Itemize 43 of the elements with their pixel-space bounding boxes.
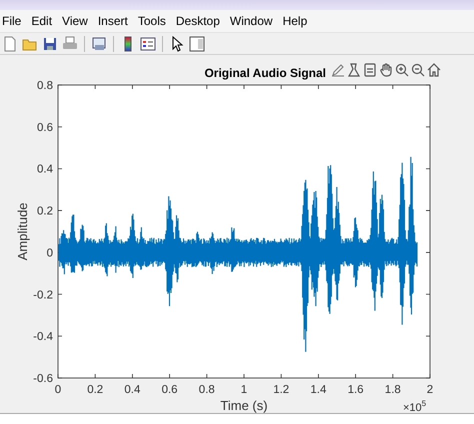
tick-label: 0 <box>46 247 53 260</box>
save-icon[interactable] <box>42 36 58 52</box>
tick-label: 0.6 <box>37 122 53 134</box>
menu-item[interactable]: Window <box>228 14 281 28</box>
pan-hand-icon[interactable] <box>379 63 393 77</box>
tick-label: 1.2 <box>273 384 290 396</box>
tick-label: 2 <box>426 384 434 396</box>
tick-label: 0.4 <box>124 384 140 396</box>
tick-label: 0 <box>54 384 62 396</box>
tick-label: 1 <box>240 384 248 396</box>
tick-label: 0.8 <box>198 384 215 396</box>
axis-title: Amplitude <box>15 202 30 260</box>
tick-label: 0.2 <box>87 384 104 396</box>
zoom-in-icon[interactable] <box>395 63 409 77</box>
menu-item[interactable]: Help <box>280 14 316 28</box>
home-icon[interactable] <box>427 63 441 77</box>
menu-item[interactable]: Insert <box>96 14 136 28</box>
menu-item[interactable]: Tools <box>136 14 174 28</box>
tick-label: 0.8 <box>37 80 53 92</box>
tick-label: 0.6 <box>162 384 178 396</box>
tick-label: -0.6 <box>33 373 53 385</box>
tick-label: 0.4 <box>37 164 53 176</box>
panel-icon[interactable] <box>189 36 205 52</box>
data-tip-icon[interactable] <box>347 63 361 77</box>
legend-icon[interactable] <box>140 36 156 52</box>
tick-label: 1.4 <box>310 384 326 396</box>
plot-title: Original Audio Signal <box>204 66 326 80</box>
print-preview-icon[interactable] <box>91 36 107 52</box>
exponent-label: ×10$^{5}$ <box>403 399 426 413</box>
tick-label: -0.2 <box>33 289 53 302</box>
zoom-out-icon[interactable] <box>411 63 425 77</box>
axis-title: Time (s) <box>220 398 268 413</box>
menu-item[interactable]: Desktop <box>174 14 228 28</box>
menu-item[interactable]: View <box>60 14 96 28</box>
tick-label: 1.8 <box>384 384 401 396</box>
tick-label: 0.2 <box>37 206 53 218</box>
print-icon[interactable] <box>62 36 78 52</box>
legend-icon[interactable] <box>363 63 377 77</box>
new-file-icon[interactable] <box>2 36 18 52</box>
menu-item[interactable]: Edit <box>29 14 60 28</box>
menu-item[interactable]: File <box>0 14 30 28</box>
tick-label: 1.6 <box>348 384 364 396</box>
tick-label: -0.4 <box>33 331 53 344</box>
